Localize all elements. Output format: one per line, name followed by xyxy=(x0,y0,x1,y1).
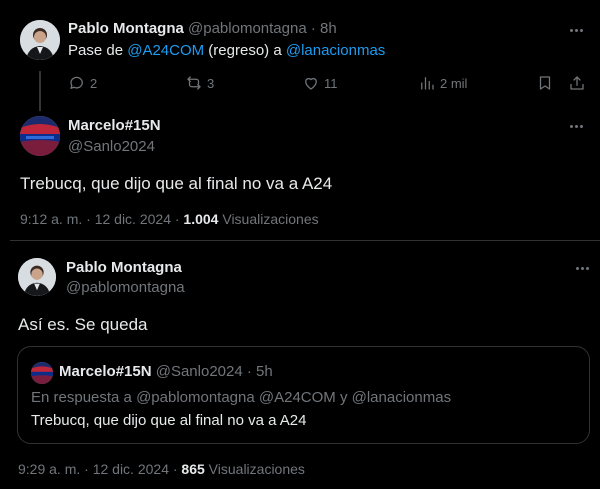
tweet-2-meta: 9:12 a. m. · 12 dic. 2024 · 1.004 Visual… xyxy=(20,211,319,227)
bookmark-icon xyxy=(539,76,551,90)
tweet-3-text: Así es. Se queda xyxy=(18,315,148,334)
views-count: 2 mil xyxy=(440,75,468,91)
author-handle[interactable]: @Sanlo2024 xyxy=(68,138,155,155)
quote-author-name: Marcelo#15N xyxy=(59,363,152,380)
author-name[interactable]: Marcelo#15N xyxy=(68,117,161,134)
tweet-1-header: Pablo Montagna @pablomontagna · 8h xyxy=(68,20,337,37)
more-icon[interactable] xyxy=(572,258,592,278)
retweet-button[interactable]: 3 xyxy=(185,74,214,92)
quote-reply-context: En respuesta a @pablomontagna @A24COM y … xyxy=(31,389,452,406)
more-icon[interactable] xyxy=(566,20,586,40)
reply-count: 2 xyxy=(90,75,98,91)
views-label: Visualizaciones xyxy=(218,211,319,227)
views-number: 1.004 xyxy=(183,211,219,227)
tweet-3-meta: 9:29 a. m. · 12 dic. 2024 · 865 Visualiz… xyxy=(18,461,305,477)
mention-lanacionmas[interactable]: @lanacionmas xyxy=(286,42,385,59)
author-name[interactable]: Pablo Montagna xyxy=(66,259,182,276)
quote-header: Marcelo#15N @Sanlo2024 · 5h xyxy=(59,363,273,380)
tweet-timestamp[interactable]: 9:12 a. m. · 12 dic. 2024 · xyxy=(20,211,183,227)
tweet-2-text: Trebucq, que dijo que al final no va a A… xyxy=(20,174,333,193)
more-icon[interactable] xyxy=(566,116,586,136)
divider xyxy=(10,240,600,241)
author-handle[interactable]: @pablomontagna xyxy=(66,279,185,296)
views-label: Visualizaciones xyxy=(204,461,305,477)
like-button[interactable]: 11 xyxy=(302,74,338,92)
views-number: 865 xyxy=(181,461,205,477)
avatar-pablo[interactable] xyxy=(20,20,60,60)
quote-avatar-marcelo xyxy=(31,362,53,384)
bookmark-button[interactable] xyxy=(536,74,554,92)
reply-icon xyxy=(70,76,83,89)
like-icon xyxy=(305,77,317,90)
like-count: 11 xyxy=(324,75,338,91)
share-button[interactable] xyxy=(568,74,586,92)
mention-a24com[interactable]: @A24COM xyxy=(127,42,204,59)
avatar-pablo[interactable] xyxy=(18,258,56,296)
author-handle[interactable]: @pablomontagna xyxy=(188,20,307,37)
share-icon xyxy=(570,76,584,90)
dot-separator: · xyxy=(310,20,316,37)
text-segment: (regreso) a xyxy=(204,42,286,59)
tweet-1-text: Pase de @A24COM (regreso) a @lanacionmas xyxy=(68,42,385,59)
tweet-timestamp[interactable]: 9:29 a. m. · 12 dic. 2024 · xyxy=(18,461,181,477)
dot-separator: · xyxy=(246,363,252,380)
quote-text: Trebucq, que dijo que al final no va a A… xyxy=(31,412,307,429)
views-button[interactable]: 2 mil xyxy=(418,74,467,92)
thread-line xyxy=(39,71,41,111)
views-icon xyxy=(421,77,434,90)
retweet-count: 3 xyxy=(207,75,215,91)
text-segment: Pase de xyxy=(68,42,128,59)
quote-author-handle: @Sanlo2024 xyxy=(155,363,243,380)
avatar-marcelo[interactable] xyxy=(20,116,60,156)
tweet-time[interactable]: 8h xyxy=(320,20,337,37)
retweet-icon xyxy=(187,76,201,90)
reply-button[interactable]: 2 xyxy=(68,74,97,92)
author-name[interactable]: Pablo Montagna xyxy=(68,20,184,37)
quote-time: 5h xyxy=(256,363,273,380)
